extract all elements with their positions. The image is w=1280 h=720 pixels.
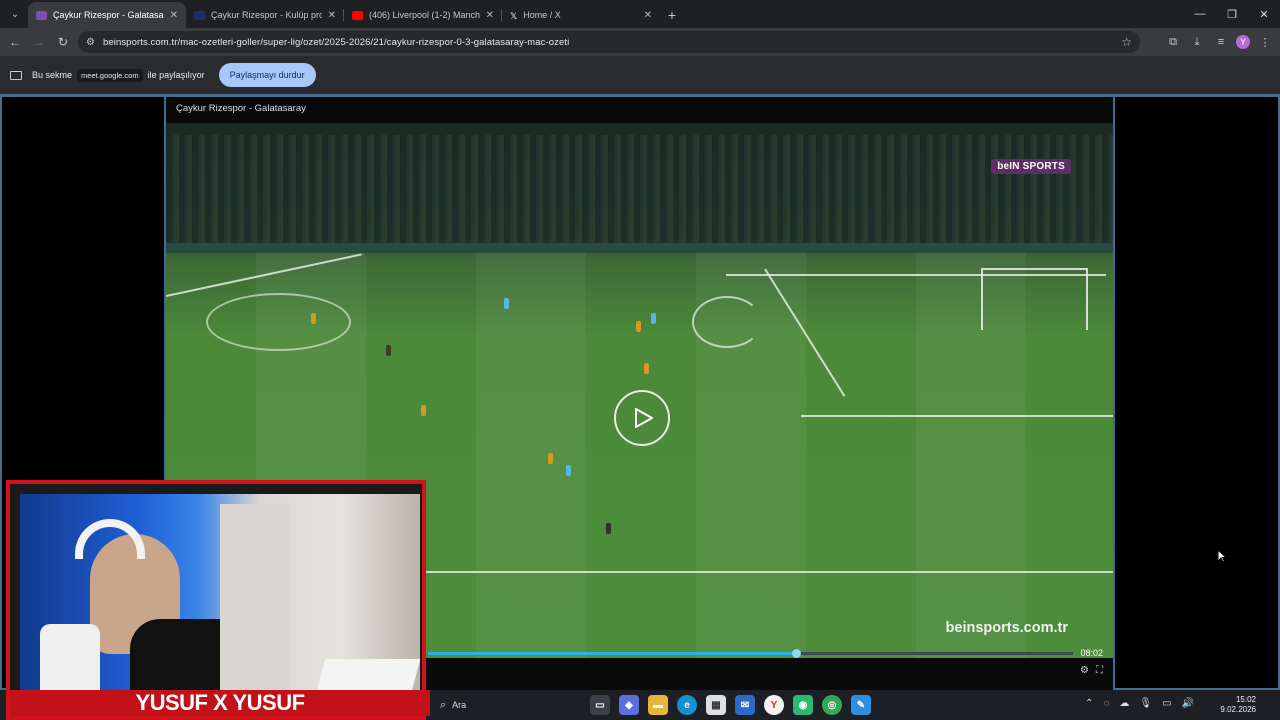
minimize-button[interactable]: — <box>1184 0 1216 28</box>
new-tab-button[interactable]: + <box>660 3 684 27</box>
bookmark-star-icon[interactable]: ☆ <box>1121 35 1132 49</box>
progress-bar[interactable] <box>428 649 1073 658</box>
play-icon <box>635 408 653 428</box>
goal <box>981 268 1088 330</box>
close-icon[interactable]: ✕ <box>328 10 336 21</box>
share-suffix: ile paylaşılıyor <box>147 70 205 80</box>
cloud-icon[interactable]: ☁ <box>1119 698 1129 709</box>
display-icon[interactable]: ▭ <box>1162 698 1171 709</box>
close-window-button[interactable]: ✕ <box>1248 0 1280 28</box>
chrome-icon[interactable]: ◎ <box>822 695 842 715</box>
x-logo-icon: 𝕏 <box>510 10 518 21</box>
search-placeholder: Ara <box>452 700 467 710</box>
snipping-tool-icon[interactable]: ✎ <box>851 695 871 715</box>
volume-icon[interactable]: 🔊 <box>1182 698 1194 709</box>
progress-fill <box>428 652 796 655</box>
webcam-overlay: YUSUF X YUSUF <box>6 480 430 720</box>
task-view-icon[interactable]: ▭ <box>590 695 610 715</box>
store-icon[interactable]: ▦ <box>706 695 726 715</box>
play-button[interactable] <box>614 390 670 446</box>
tab-1[interactable]: Çaykur Rizespor - Kulüp profili ✕ <box>186 2 344 28</box>
headphones-icon <box>75 519 145 559</box>
share-prefix: Bu sekme <box>32 70 73 80</box>
tab-0[interactable]: Çaykur Rizespor - Galatasa... ✕ <box>28 2 186 28</box>
microphone-icon[interactable]: 🎙 <box>1139 698 1152 709</box>
stop-sharing-button[interactable]: Paylaşmayı durdur <box>218 63 316 87</box>
tab-3[interactable]: 𝕏 Home / X ✕ <box>502 2 660 28</box>
toolbar-icons: ⧉ ⤓ ≡ Y ⋮ <box>1164 33 1274 51</box>
forward-button[interactable]: → <box>28 31 50 53</box>
webcam-frame: YUSUF X YUSUF <box>6 480 430 720</box>
close-icon[interactable]: ✕ <box>486 10 494 21</box>
file-explorer-icon[interactable]: ▬ <box>648 695 668 715</box>
taskbar-search[interactable]: ⌕ Ara <box>432 694 582 716</box>
clock-time: 15:02 <box>1235 695 1256 704</box>
video-duration: 08:02 <box>1080 648 1103 658</box>
edge-icon[interactable]: e <box>677 695 697 715</box>
outlook-icon[interactable]: ✉ <box>735 695 755 715</box>
menu-icon[interactable]: ⋮ <box>1256 33 1274 51</box>
extensions-icon[interactable]: ⧉ <box>1164 33 1182 51</box>
screen-share-bar: Bu sekme meet.google.com ile paylaşılıyo… <box>0 56 1280 94</box>
media-control-icon[interactable]: ≡ <box>1212 33 1230 51</box>
channel-logo: beIN SPORTS <box>991 159 1071 174</box>
app-icon[interactable]: ◉ <box>793 695 813 715</box>
player-controls: ⚙ ⛶ <box>1080 665 1103 676</box>
tab-search-icon[interactable]: ⌄ <box>4 3 26 25</box>
restore-button[interactable]: ❐ <box>1216 0 1248 28</box>
tab-title: (406) Liverpool (1-2) Manchest... <box>369 10 480 20</box>
copilot-icon[interactable]: ◆ <box>619 695 639 715</box>
chevron-up-icon[interactable]: ⌃ <box>1085 698 1093 709</box>
close-icon[interactable]: ✕ <box>644 10 652 21</box>
tab-strip: ⌄ Çaykur Rizespor - Galatasa... ✕ Çaykur… <box>0 0 1280 28</box>
clock-date: 9.02.2026 <box>1220 705 1256 714</box>
close-icon[interactable]: ✕ <box>170 10 178 21</box>
favicon-icon <box>36 10 47 20</box>
webcam-feed <box>20 494 420 704</box>
fullscreen-icon[interactable]: ⛶ <box>1096 665 1103 676</box>
share-domain: meet.google.com <box>77 68 143 82</box>
door <box>220 504 290 694</box>
reload-button[interactable]: ↻ <box>52 31 74 53</box>
back-button[interactable]: ← <box>4 31 26 53</box>
clock[interactable]: 15:02 9.02.2026 <box>1220 695 1256 715</box>
profile-avatar[interactable]: Y <box>1236 35 1250 49</box>
progress-handle[interactable] <box>791 649 801 658</box>
site-watermark: beinsports.com.tr <box>945 620 1068 636</box>
favicon-icon <box>194 10 205 20</box>
yandex-icon[interactable]: Y <box>764 695 784 715</box>
system-tray: ⌃ ◌ ☁ 🎙 ▭ 🔊 <box>1085 698 1194 709</box>
tab-title: Çaykur Rizespor - Kulüp profili <box>211 10 322 20</box>
screen-share-icon <box>10 70 22 80</box>
video-title: Çaykur Rizespor - Galatasaray <box>176 103 306 114</box>
url-text: beinsports.com.tr/mac-ozetleri-goller/su… <box>102 36 570 48</box>
streamer-name: YUSUF X YUSUF <box>10 690 430 716</box>
toolbar: ← → ↻ ⚙ beinsports.com.tr/mac-ozetleri-g… <box>0 28 1280 56</box>
settings-icon[interactable]: ⚙ <box>1080 665 1089 676</box>
obs-icon[interactable]: ◌ <box>1103 698 1109 709</box>
download-icon[interactable]: ⤓ <box>1188 33 1206 51</box>
site-info-icon[interactable]: ⚙ <box>86 37 95 48</box>
tab-title: Çaykur Rizespor - Galatasa... <box>53 10 164 20</box>
address-bar[interactable]: ⚙ beinsports.com.tr/mac-ozetleri-goller/… <box>78 31 1140 53</box>
tab-2[interactable]: (406) Liverpool (1-2) Manchest... ✕ <box>344 2 502 28</box>
youtube-icon <box>352 10 363 20</box>
window-controls: — ❐ ✕ <box>1184 0 1280 28</box>
mouse-cursor-icon <box>1217 549 1227 563</box>
taskbar-apps: ▭ ◆ ▬ e ▦ ✉ Y ◉ ◎ ✎ <box>590 695 871 715</box>
search-icon: ⌕ <box>440 698 447 711</box>
tab-title: Home / X <box>523 10 561 20</box>
